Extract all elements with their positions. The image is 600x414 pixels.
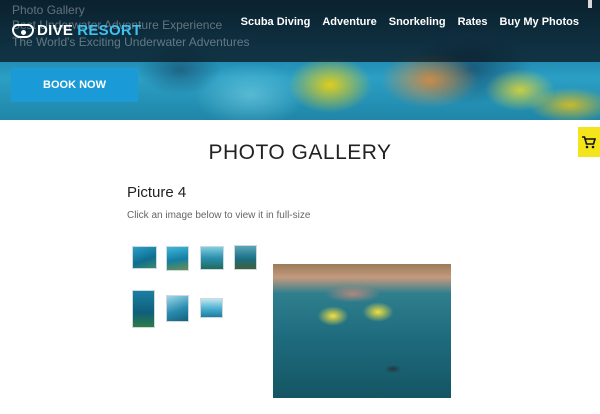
page-title: PHOTO GALLERY [208,141,392,164]
nav-item-adventure[interactable]: Adventure [322,16,376,28]
logo-word-dive: DIVE [37,22,74,39]
scrollbar-thumb[interactable] [588,0,592,8]
full-size-photo [273,264,451,398]
main-nav: Scuba Diving Adventure Snorkeling Rates … [229,16,579,28]
nav-item-scuba-diving[interactable]: Scuba Diving [241,16,311,28]
diving-mask-icon [12,23,34,38]
gallery-thumbnail[interactable] [200,298,223,318]
logo-word-resort: RESORT [77,22,142,39]
gallery-thumbnail[interactable] [166,246,189,271]
gallery-thumbnail[interactable] [200,246,224,270]
nav-item-snorkeling[interactable]: Snorkeling [389,16,446,28]
gallery-thumbnail[interactable] [132,246,157,269]
gallery-instructions: Click an image below to view it in full-… [127,210,311,221]
book-now-button[interactable]: BOOK NOW [11,68,138,102]
site-logo[interactable]: DIVE RESORT [12,22,142,39]
gallery-thumbnail[interactable] [166,295,189,322]
gallery-thumbnail[interactable] [132,290,155,328]
picture-title: Picture 4 [127,184,187,201]
hero-ghost-text: Photo Gallery [12,3,85,17]
nav-item-buy-my-photos[interactable]: Buy My Photos [500,16,579,28]
gallery-thumbnail[interactable] [234,245,257,270]
hero-banner: Photo Gallery Best Underwater Adventure … [0,0,600,120]
nav-item-rates[interactable]: Rates [458,16,488,28]
